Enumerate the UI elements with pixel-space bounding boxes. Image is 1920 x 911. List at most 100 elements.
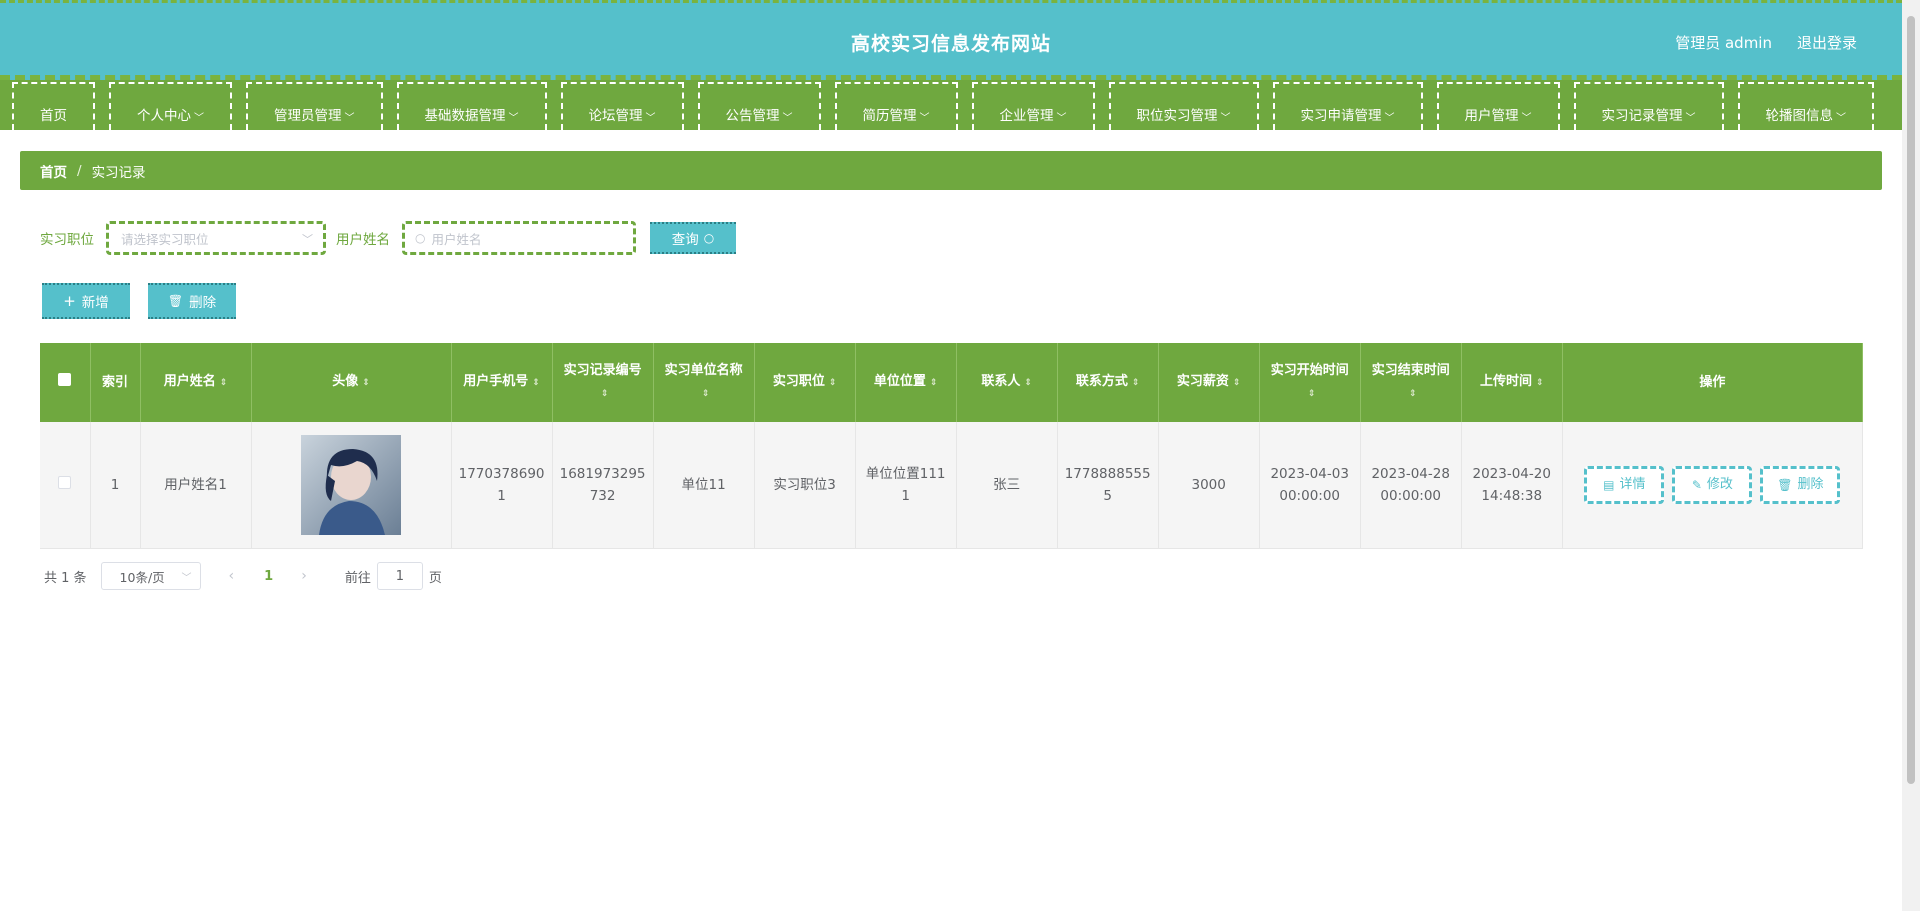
sort-icon[interactable]: ⇕ [220, 378, 228, 388]
delete-button[interactable]: 🗑 删除 [1760, 465, 1841, 504]
column-header-2[interactable]: 用户姓名 ⇕ [140, 343, 252, 422]
plus-icon: + [63, 292, 76, 310]
nav-item-2[interactable]: 管理员管理 ﹀ [246, 82, 383, 130]
sort-icon[interactable]: ⇕ [829, 378, 837, 388]
chevron-down-icon: ﹀ [194, 113, 204, 124]
nav-item-8[interactable]: 职位实习管理 ﹀ [1108, 82, 1259, 130]
sort-icon[interactable]: ⇕ [1308, 389, 1316, 399]
page-number[interactable]: 1 [264, 569, 273, 584]
sort-icon[interactable]: ⇕ [1233, 378, 1241, 388]
column-header-10[interactable]: 联系方式 ⇕ [1057, 343, 1159, 422]
nav-item-label: 用户管理 [1464, 108, 1519, 124]
nav-item-7[interactable]: 企业管理 ﹀ [971, 82, 1095, 130]
add-button[interactable]: + 新增 [42, 283, 130, 319]
nav-item-12[interactable]: 轮播图信息 ﹀ [1737, 82, 1874, 130]
nav-item-label: 个人中心 [137, 108, 191, 124]
prev-page-icon[interactable]: ‹ [229, 568, 235, 584]
sort-icon[interactable]: ⇕ [1409, 389, 1417, 399]
batch-delete-button-label: 删除 [189, 295, 217, 311]
column-header-label: 头像 [332, 374, 359, 389]
next-page-icon[interactable]: › [301, 568, 307, 584]
query-button[interactable]: 查询 ○ [650, 222, 736, 254]
column-header-8[interactable]: 单位位置 ⇕ [855, 343, 957, 422]
nav-item-1[interactable]: 个人中心 ﹀ [109, 82, 232, 130]
nav-item-label: 实习记录管理 [1601, 108, 1683, 124]
detail-button-label: 详情 [1619, 476, 1646, 492]
pencil-icon: ✎ [1691, 477, 1702, 492]
goto-page-input[interactable]: 1 [376, 562, 423, 590]
column-header-label: 实习结束时间 [1371, 363, 1450, 378]
detail-button[interactable]: ▤ 详情 [1584, 465, 1665, 504]
sort-icon[interactable]: ⇕ [930, 378, 938, 388]
search-bar: 实习职位 请选择实习职位 ﹀ 用户姓名 ○ 用户姓名 查询 ○ [40, 221, 736, 255]
column-header-13[interactable]: 实习结束时间 ⇕ [1360, 343, 1462, 422]
chevron-down-icon: ﹀ [344, 113, 355, 124]
nav-item-6[interactable]: 简历管理 ﹀ [834, 82, 958, 130]
position-filter-label: 实习职位 [40, 232, 94, 248]
chevron-down-icon: ﹀ [181, 573, 192, 584]
scrollbar-thumb[interactable] [1907, 16, 1915, 784]
cell-start: 2023-04-03 00:00:00 [1259, 422, 1361, 549]
trash-icon: 🗑 [167, 294, 184, 308]
column-header-3[interactable]: 头像 ⇕ [251, 343, 452, 422]
chevron-down-icon: ﹀ [1685, 113, 1696, 124]
batch-delete-button[interactable]: 🗑 删除 [148, 283, 236, 319]
column-header-5[interactable]: 实习记录编号 ⇕ [552, 343, 654, 422]
page-size-value: 10条/页 [119, 569, 165, 585]
cell-index: 1 [90, 422, 141, 549]
nav-item-5[interactable]: 公告管理 ﹀ [697, 82, 821, 130]
edit-button[interactable]: ✎ 修改 [1672, 465, 1753, 504]
logout-link[interactable]: 退出登录 [1797, 32, 1857, 53]
nav-item-11[interactable]: 实习记录管理 ﹀ [1573, 82, 1724, 130]
column-header-label: 联系方式 [1075, 374, 1128, 389]
cell-salary: 3000 [1158, 422, 1260, 549]
nav-item-label: 轮播图信息 [1765, 108, 1834, 124]
nav-item-label: 管理员管理 [274, 108, 342, 124]
row-checkbox-cell [40, 422, 91, 549]
cell-company: 单位11 [653, 422, 755, 549]
sort-icon[interactable]: ⇕ [1536, 378, 1544, 388]
sort-icon[interactable]: ⇕ [1132, 378, 1140, 388]
column-header-4[interactable]: 用户手机号 ⇕ [451, 343, 553, 422]
nav-item-3[interactable]: 基础数据管理 ﹀ [396, 82, 547, 130]
avatar-cell [251, 422, 452, 549]
add-button-label: 新增 [81, 295, 109, 311]
sort-icon[interactable]: ⇕ [1024, 378, 1032, 388]
column-header-7[interactable]: 实习职位 ⇕ [754, 343, 856, 422]
column-header-label: 单位位置 [873, 374, 926, 389]
query-button-label: 查询 [671, 232, 699, 248]
goto-label: 前往 [344, 570, 371, 586]
chevron-down-icon: ﹀ [508, 113, 519, 124]
page-size-select[interactable]: 10条/页 ﹀ [100, 562, 201, 590]
sort-icon[interactable]: ⇕ [601, 389, 609, 399]
nav-item-0[interactable]: 首页 [12, 82, 95, 130]
column-header-label: 实习薪资 [1176, 374, 1229, 389]
nav-item-9[interactable]: 实习申请管理 ﹀ [1272, 82, 1423, 130]
position-select[interactable]: 请选择实习职位 ﹀ [106, 221, 326, 255]
sort-icon[interactable]: ⇕ [362, 378, 370, 388]
column-header-12[interactable]: 实习开始时间 ⇕ [1259, 343, 1361, 422]
row-actions-cell: ▤ 详情 ✎ 修改 🗑 删除 [1562, 422, 1864, 549]
nav-item-label: 首页 [40, 108, 67, 124]
column-header-label: 实习记录编号 [563, 363, 642, 378]
username-search-input[interactable]: ○ 用户姓名 [402, 221, 636, 255]
column-header-11[interactable]: 实习薪资 ⇕ [1158, 343, 1260, 422]
username-search-placeholder: 用户姓名 [431, 231, 482, 247]
column-header-9[interactable]: 联系人 ⇕ [956, 343, 1058, 422]
page-scrollbar[interactable] [1902, 0, 1920, 911]
column-header-label: 上传时间 [1479, 374, 1532, 389]
sort-icon[interactable]: ⇕ [702, 389, 710, 399]
pagination: 共 1 条 10条/页 ﹀ ‹ 1 › 前往 1 页 [44, 562, 442, 590]
select-all-checkbox[interactable] [58, 372, 72, 386]
row-checkbox[interactable] [58, 475, 72, 489]
nav-item-4[interactable]: 论坛管理 ﹀ [560, 82, 684, 130]
nav-item-10[interactable]: 用户管理 ﹀ [1436, 82, 1560, 130]
column-header-label: 索引 [101, 374, 128, 390]
column-header-6[interactable]: 实习单位名称 ⇕ [653, 343, 755, 422]
position-select-placeholder: 请选择实习职位 [121, 231, 209, 247]
breadcrumb-home[interactable]: 首页 [40, 161, 67, 181]
chevron-down-icon: ﹀ [919, 113, 930, 124]
sort-icon[interactable]: ⇕ [532, 378, 540, 388]
column-header-14[interactable]: 上传时间 ⇕ [1461, 343, 1563, 422]
nav-item-label: 公告管理 [725, 108, 780, 124]
